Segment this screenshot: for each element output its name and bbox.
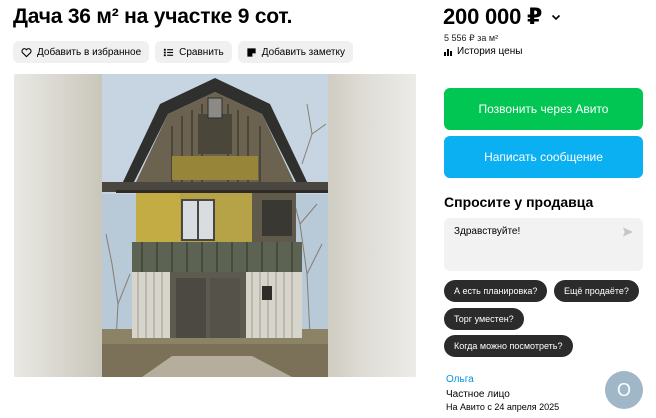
add-note-button[interactable]: Добавить заметку	[237, 41, 353, 63]
quick-question-chip[interactable]: Ещё продаёте?	[554, 280, 639, 302]
seller-message-input[interactable]: Здравствуйте!	[444, 218, 643, 271]
send-icon[interactable]	[622, 226, 634, 238]
note-icon	[247, 47, 256, 57]
add-note-label: Добавить заметку	[261, 46, 345, 58]
avatar[interactable]: О	[605, 371, 643, 409]
seller-name-link[interactable]: Ольга	[446, 374, 474, 385]
listing-title: Дача 36 м² на участке 9 сот.	[13, 5, 293, 28]
compare-label: Сравнить	[179, 46, 224, 58]
price-history-label: История цены	[457, 46, 523, 57]
listing-actions: Добавить в избранное Сравнить Добавить з…	[13, 41, 353, 63]
quick-question-chip[interactable]: А есть планировка?	[444, 280, 548, 302]
gallery-blur-left	[14, 74, 102, 377]
seller-type: Частное лицо	[446, 389, 510, 400]
price-row: 200 000 ₽	[443, 4, 562, 30]
compare-icon	[164, 48, 174, 56]
write-message-button[interactable]: Написать сообщение	[444, 136, 643, 178]
listing-photo[interactable]	[102, 74, 328, 377]
quick-question-chip[interactable]: Торг уместен?	[444, 308, 524, 330]
add-to-favorites-label: Добавить в избранное	[37, 46, 142, 58]
ask-seller-heading: Спросите у продавца	[444, 194, 594, 210]
call-via-avito-button[interactable]: Позвонить через Авито	[444, 88, 643, 130]
message-input-value: Здравствуйте!	[454, 226, 521, 237]
photo-gallery[interactable]	[14, 74, 416, 377]
seller-since: На Авито с 24 апреля 2025	[446, 402, 560, 412]
compare-button[interactable]: Сравнить	[155, 41, 232, 63]
heart-icon	[21, 47, 32, 57]
price-value: 200 000 ₽	[443, 4, 543, 29]
chart-icon	[444, 48, 452, 56]
chevron-down-icon[interactable]	[550, 11, 562, 23]
add-to-favorites-button[interactable]: Добавить в избранное	[13, 41, 150, 63]
price-per-meter: 5 556 ₽ за м²	[444, 33, 499, 43]
quick-question-chip[interactable]: Когда можно посмотреть?	[444, 335, 573, 357]
price-history-link[interactable]: История цены	[443, 46, 522, 57]
gallery-blur-right	[328, 74, 416, 377]
